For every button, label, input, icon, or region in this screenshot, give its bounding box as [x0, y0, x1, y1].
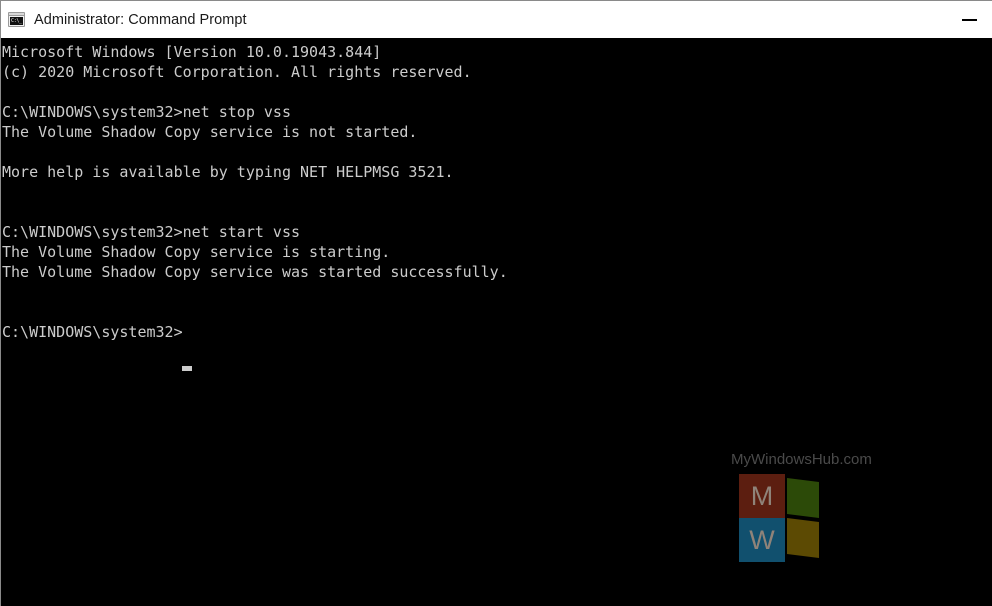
- icon-screen-text: C:\_: [10, 17, 23, 25]
- watermark-logo-letter-w: W: [739, 518, 785, 562]
- watermark-logo-tile-green: [787, 478, 819, 518]
- watermark-logo: M W: [739, 474, 825, 562]
- window-titlebar[interactable]: C:\_ Administrator: Command Prompt: [1, 1, 992, 38]
- console-text: Microsoft Windows [Version 10.0.19043.84…: [2, 43, 508, 341]
- console-cursor: [182, 366, 192, 371]
- minimize-icon: [962, 18, 977, 21]
- watermark: MyWindowsHub.com M W: [729, 450, 889, 562]
- console-output-area[interactable]: Microsoft Windows [Version 10.0.19043.84…: [1, 38, 992, 606]
- watermark-logo-letter-m: M: [739, 474, 785, 518]
- command-prompt-icon: C:\_: [8, 12, 25, 27]
- minimize-button[interactable]: [947, 1, 992, 38]
- watermark-logo-tile-gold: [787, 518, 819, 558]
- titlebar-button-group: [947, 1, 992, 38]
- icon-title-strip: [9, 13, 24, 16]
- command-prompt-window: C:\_ Administrator: Command Prompt Micro…: [0, 0, 992, 606]
- window-title: Administrator: Command Prompt: [34, 11, 247, 28]
- watermark-text: MyWindowsHub.com: [731, 451, 872, 468]
